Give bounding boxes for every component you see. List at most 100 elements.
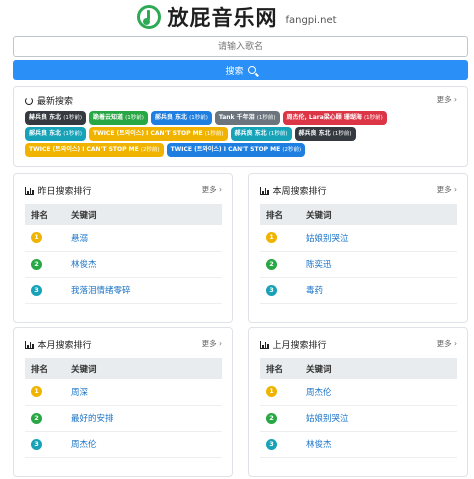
- rank-column-header: 排名: [25, 358, 71, 379]
- recent-search-tag[interactable]: 跪着云知道 (1秒前): [88, 111, 148, 125]
- tag-time: (2秒前): [140, 147, 160, 153]
- ranking-card-month: 本月搜索排行 更多 › 排名 关键词 1 周深 2 最好的安排 3 周杰伦: [13, 327, 233, 477]
- keyword-link[interactable]: 林俊杰: [71, 260, 97, 270]
- recent-search-tag[interactable]: 赫兵良 东北 (1秒前): [25, 111, 86, 125]
- bar-chart-icon: [260, 340, 269, 349]
- rank-badge: 1: [31, 386, 42, 398]
- keyword-cell: 我落泪情绪零碎: [71, 277, 222, 304]
- rank-cell: 2: [260, 251, 306, 278]
- keyword-column-header: 关键词: [71, 358, 222, 379]
- ranking-more-link[interactable]: 更多 ›: [437, 338, 457, 349]
- recent-search-tag[interactable]: TWICE (트와이스) I CAN'T STOP ME (1秒前): [88, 127, 228, 141]
- tag-name: 郝兵良 东北: [29, 130, 62, 137]
- tag-name: 郝兵良 东北: [298, 130, 331, 137]
- ranking-heading: 上月搜索排行: [260, 338, 327, 351]
- tag-time: (1秒前): [268, 131, 288, 137]
- keyword-link[interactable]: 姑娘别哭泣: [306, 414, 349, 424]
- keyword-cell: 悬溺: [71, 225, 222, 252]
- recent-search-tag[interactable]: Tank 千年泪 (1秒前): [214, 111, 280, 125]
- search-input[interactable]: [13, 36, 468, 57]
- tag-name: TWICE (트와이스) I CAN'T STOP ME: [92, 130, 203, 137]
- search-icon: [247, 66, 256, 74]
- keyword-cell: 陈奕迅: [306, 251, 457, 278]
- ranking-table: 排名 关键词 1 悬溺 2 林俊杰 3 我落泪情绪零碎: [25, 204, 222, 304]
- search-button[interactable]: 搜索: [13, 60, 468, 80]
- tag-name: TWICE (트와이스) I CAN'T STOP ME: [29, 146, 139, 153]
- recent-more-link[interactable]: 更多 ›: [437, 94, 457, 105]
- recent-search-tag[interactable]: TWICE (트와이스) I CAN'T STOP ME (2秒前): [166, 143, 306, 157]
- tag-name: 赫兵良 东北: [29, 114, 62, 121]
- ranking-title: 昨日搜索排行: [37, 187, 92, 197]
- ranking-card-week: 本周搜索排行 更多 › 排名 关键词 1 姑娘别哭泣 2 陈奕迅 3 毒药: [248, 173, 468, 323]
- rank-badge: 2: [266, 412, 277, 424]
- tag-time: (1秒前): [332, 131, 352, 137]
- keyword-link[interactable]: 周杰伦: [306, 388, 332, 398]
- recent-search-tag[interactable]: 郝兵良 东北 (1秒前): [294, 127, 356, 141]
- keyword-link[interactable]: 我落泪情绪零碎: [71, 286, 131, 296]
- keyword-link[interactable]: 姑娘别哭泣: [306, 234, 349, 244]
- rank-badge: 3: [266, 284, 277, 296]
- table-row: 2 姑娘别哭泣: [260, 405, 457, 432]
- table-row: 3 我落泪情绪零碎: [25, 277, 222, 304]
- recent-searches-heading: 最新搜索: [25, 94, 73, 107]
- rank-column-header: 排名: [260, 358, 306, 379]
- rank-cell: 1: [260, 379, 306, 406]
- recent-search-tag[interactable]: 郝兵良 东北 (1秒前): [230, 127, 292, 141]
- recent-search-tag[interactable]: TWICE (트와이스) I CAN'T STOP ME (2秒前): [25, 143, 164, 157]
- bar-chart-icon: [25, 340, 34, 349]
- rank-badge: 1: [266, 232, 277, 244]
- keyword-link[interactable]: 周杰伦: [71, 440, 97, 450]
- keyword-link[interactable]: 毒药: [306, 286, 323, 296]
- keyword-link[interactable]: 最好的安排: [71, 414, 114, 424]
- table-row: 2 林俊杰: [25, 251, 222, 278]
- music-note-logo-icon: [137, 5, 162, 29]
- rank-badge: 1: [266, 386, 277, 398]
- recent-search-tag[interactable]: 郝兵良 东北 (1秒前): [25, 127, 86, 141]
- ranking-table: 排名 关键词 1 周杰伦 2 姑娘别哭泣 3 林俊杰: [260, 358, 457, 458]
- rank-cell: 1: [260, 225, 306, 252]
- keyword-cell: 姑娘别哭泣: [306, 225, 457, 252]
- keyword-cell: 周杰伦: [306, 379, 457, 406]
- keyword-link[interactable]: 陈奕迅: [306, 260, 332, 270]
- keyword-column-header: 关键词: [306, 358, 457, 379]
- rank-cell: 3: [260, 277, 306, 304]
- tag-name: 郝兵良 东北: [234, 130, 267, 137]
- bar-chart-icon: [25, 186, 34, 195]
- keyword-cell: 林俊杰: [71, 251, 222, 278]
- tag-name: 周杰伦, Lara梁心颐 珊瑚海: [286, 114, 362, 121]
- tag-time: (1秒前): [63, 131, 82, 137]
- ranking-more-link[interactable]: 更多 ›: [437, 184, 457, 195]
- keyword-link[interactable]: 林俊杰: [306, 440, 332, 450]
- keyword-cell: 最好的安排: [71, 405, 222, 432]
- search-button-label: 搜索: [225, 65, 244, 76]
- recent-searches-card: 最新搜索 更多 › 赫兵良 东北 (1秒前) 跪着云知道 (1秒前) 郝兵良 东北 …: [13, 86, 468, 167]
- tag-time: (1秒前): [189, 115, 208, 121]
- rank-column-header: 排名: [260, 204, 306, 225]
- tag-time: (1秒前): [63, 115, 82, 121]
- ranking-more-link[interactable]: 更多 ›: [202, 184, 222, 195]
- table-row: 3 林俊杰: [260, 431, 457, 458]
- keyword-cell: 林俊杰: [306, 431, 457, 458]
- tag-time: (1秒前): [204, 131, 224, 137]
- rank-cell: 2: [25, 405, 71, 432]
- ranking-heading: 本月搜索排行: [25, 338, 92, 351]
- tag-name: Tank 千年泪: [218, 114, 255, 121]
- site-title[interactable]: 放屁音乐网: [167, 2, 277, 32]
- recent-search-tag[interactable]: 周杰伦, Lara梁心颐 珊瑚海 (1秒前): [282, 111, 387, 125]
- rank-badge: 1: [31, 232, 42, 244]
- keyword-link[interactable]: 悬溺: [71, 234, 88, 244]
- rank-cell: 3: [25, 277, 71, 304]
- rank-cell: 1: [25, 379, 71, 406]
- ranking-more-link[interactable]: 更多 ›: [202, 338, 222, 349]
- keyword-cell: 周深: [71, 379, 222, 406]
- keyword-link[interactable]: 周深: [71, 388, 88, 398]
- site-domain: fangpi.net: [285, 14, 337, 26]
- table-row: 2 最好的安排: [25, 405, 222, 432]
- tag-time: (1秒前): [125, 115, 144, 121]
- rank-badge: 3: [31, 284, 42, 296]
- keyword-cell: 姑娘别哭泣: [306, 405, 457, 432]
- rank-cell: 2: [25, 251, 71, 278]
- keyword-cell: 毒药: [306, 277, 457, 304]
- recent-search-tag[interactable]: 郝兵良 东北 (1秒前): [150, 111, 212, 125]
- ranking-title: 本月搜索排行: [37, 341, 92, 351]
